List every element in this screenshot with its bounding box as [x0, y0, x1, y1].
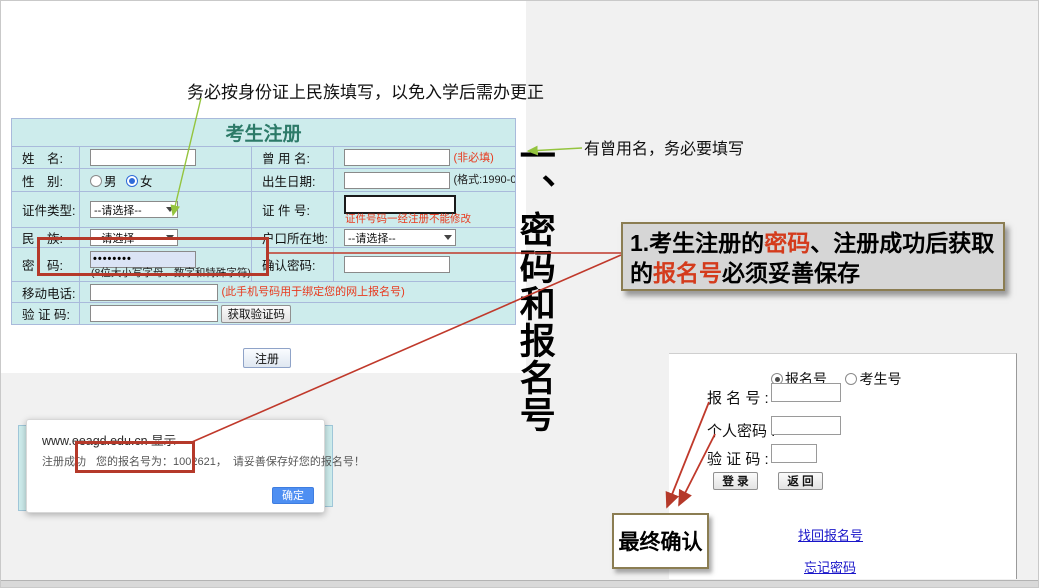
- mobile-input[interactable]: [90, 284, 218, 301]
- warning-text: 1.考生注册的: [630, 230, 764, 256]
- mobile-note: (此手机号码用于绑定您的网上报名号): [221, 286, 404, 298]
- login-regno-input[interactable]: [771, 383, 841, 402]
- back-button[interactable]: 返 回: [778, 472, 823, 490]
- forgot-password-link[interactable]: 忘记密码: [804, 557, 856, 576]
- former-name-label: 曾 用 名:: [252, 147, 334, 169]
- former-name-note: (非必填): [453, 152, 493, 164]
- section-title-vertical: 一、密码和报名号: [516, 137, 554, 455]
- captcha-input[interactable]: [90, 305, 218, 322]
- id-type-select[interactable]: --请选择--: [90, 201, 178, 218]
- login-button[interactable]: 登 录: [713, 472, 758, 490]
- confirm-password-input[interactable]: [344, 256, 450, 273]
- birth-date-note: (格式:1990-01-01): [453, 174, 515, 186]
- dialog-ok-button[interactable]: 确定: [272, 487, 314, 504]
- examno-radio[interactable]: [845, 373, 857, 385]
- warning-text: 必须妥善保存: [722, 260, 860, 286]
- birth-date-label: 出生日期:: [252, 169, 334, 192]
- id-type-select-value: --请选择--: [94, 202, 142, 218]
- mobile-label: 移动电话:: [12, 282, 80, 303]
- login-captcha-input[interactable]: [771, 444, 817, 463]
- chevron-down-icon: [166, 207, 174, 212]
- find-regno-link[interactable]: 找回报名号: [798, 525, 863, 544]
- gender-male-radio[interactable]: [90, 175, 102, 187]
- warning-regno-red: 报名号: [653, 260, 722, 286]
- get-captcha-button[interactable]: 获取验证码: [221, 305, 291, 323]
- login-regno-label: 报 名 号 :: [707, 387, 769, 408]
- chevron-down-icon: [444, 235, 452, 240]
- household-select-value: --请选择--: [348, 230, 396, 246]
- id-no-label: 证 件 号:: [252, 192, 334, 228]
- regno-highlight-box: [75, 441, 195, 473]
- gender-female-radio[interactable]: [126, 175, 138, 187]
- dialog-body-suffix: 请妥善保存好您的报名号！: [233, 456, 365, 468]
- password-highlight-box: [37, 237, 269, 276]
- register-button[interactable]: 注册: [243, 348, 291, 368]
- registration-form: 考生注册 姓 名: 曾 用 名: (非必填) 性 别: 男 女 出生日期: (格…: [11, 118, 516, 325]
- id-no-note: 证件号码一经注册不能修改: [344, 214, 515, 225]
- household-select[interactable]: --请选择--: [344, 229, 456, 246]
- id-no-input[interactable]: [344, 195, 456, 214]
- id-type-label: 证件类型:: [12, 192, 80, 228]
- gender-male-label: 男: [104, 175, 117, 189]
- final-confirm-box: 最终确认: [612, 513, 709, 569]
- birth-date-input[interactable]: [344, 172, 450, 189]
- former-name-input[interactable]: [344, 149, 450, 166]
- ethnicity-annotation: 务必按身份证上民族填写，以免入学后需办更正: [187, 78, 544, 103]
- name-input[interactable]: [90, 149, 196, 166]
- warning-box: 1.考生注册的密码、注册成功后获取的报名号必须妥善保存: [621, 222, 1005, 291]
- slide: 务必按身份证上民族填写，以免入学后需办更正 考生注册 姓 名: 曾 用 名: (…: [0, 0, 1039, 588]
- login-password-input[interactable]: [771, 416, 841, 435]
- examno-radio-label: 考生号: [859, 371, 901, 387]
- captcha-label: 验 证 码:: [12, 303, 80, 325]
- form-title: 考生注册: [12, 119, 516, 147]
- login-password-label: 个人密码 :: [707, 420, 775, 441]
- slide-bottom-strip: [1, 580, 1039, 588]
- login-captcha-label: 验 证 码 :: [707, 448, 769, 469]
- former-name-annotation: 有曾用名，务必要填写: [584, 135, 744, 159]
- gender-female-label: 女: [140, 175, 153, 189]
- gender-label: 性 别:: [12, 169, 80, 192]
- name-label: 姓 名:: [12, 147, 80, 169]
- warning-password-red: 密码: [764, 230, 810, 256]
